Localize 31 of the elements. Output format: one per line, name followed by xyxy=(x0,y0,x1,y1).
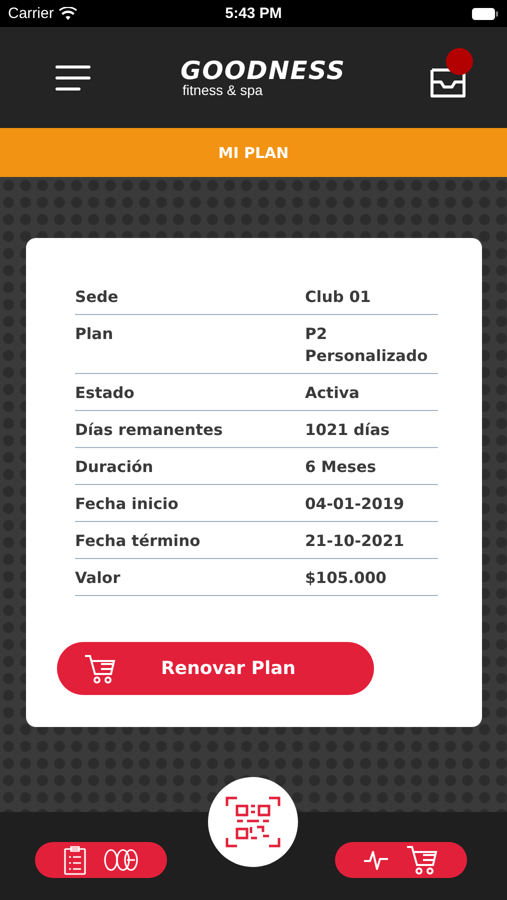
row-label: Duración xyxy=(75,457,154,478)
row-value: 21-10-2021 xyxy=(305,531,406,552)
cart-icon xyxy=(405,844,439,876)
wifi-icon xyxy=(58,7,77,20)
pulse-icon[interactable] xyxy=(363,849,389,871)
row-label: Estado xyxy=(75,383,136,404)
clock-time: 5:43 PM xyxy=(225,5,282,22)
brand-tagline: fitness & spa xyxy=(182,83,264,97)
row-label: Valor xyxy=(75,568,122,589)
battery-icon xyxy=(471,6,499,20)
row-label: Fecha término xyxy=(75,531,202,552)
row-value: P2 Personalizado xyxy=(305,324,429,367)
clipboard-icon[interactable] xyxy=(62,845,86,875)
row-label: Fecha inicio xyxy=(75,494,180,515)
row-value: Activa xyxy=(305,383,360,404)
menu-icon[interactable] xyxy=(55,62,91,92)
qr-code-icon xyxy=(225,794,281,850)
row-value: 1021 días xyxy=(305,420,391,441)
row-value: $105.000 xyxy=(305,568,388,589)
row-label: Sede xyxy=(75,287,120,308)
row-value: 6 Meses xyxy=(305,457,378,478)
coins-icon[interactable] xyxy=(102,848,140,872)
row-value: 04-01-2019 xyxy=(305,494,406,515)
page-title: MI PLAN xyxy=(218,144,289,162)
renew-plan-button[interactable]: Renovar Plan xyxy=(57,642,374,695)
row-label: Plan xyxy=(75,324,114,345)
carrier-label: Carrier xyxy=(8,5,54,22)
cart-icon xyxy=(83,652,117,684)
row-value: Club 01 xyxy=(305,287,372,308)
brand-logo: GOODNESS xyxy=(180,58,346,83)
row-label: Días remanentes xyxy=(75,420,224,441)
